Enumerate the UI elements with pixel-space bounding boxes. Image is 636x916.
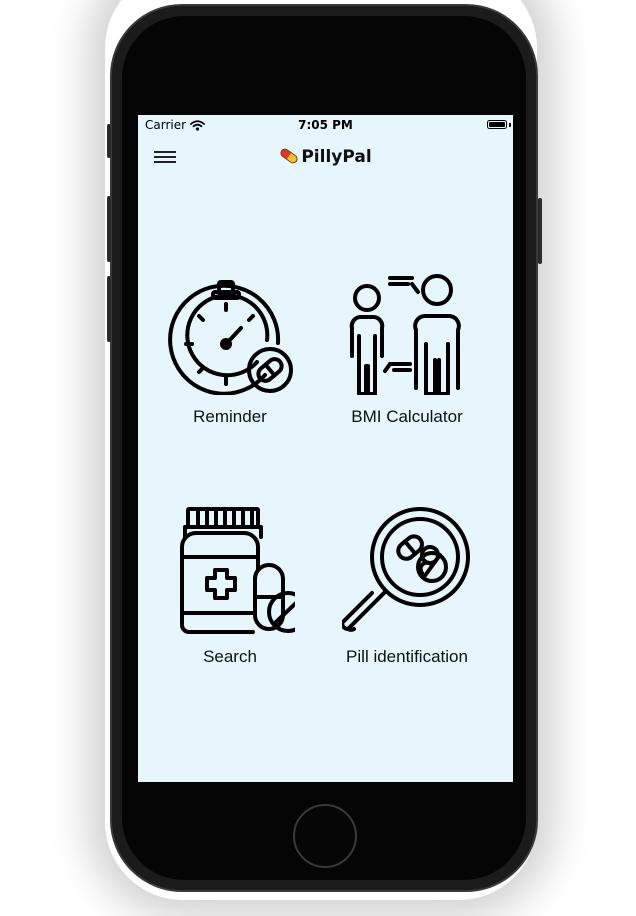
app-title-text: PillyPal [301,147,372,167]
pill-icon [280,148,298,164]
medicine-bottle-icon [180,507,295,634]
bmi-calculator-tile[interactable]: BMI Calculator [347,270,467,427]
search-label: Search [203,647,257,666]
pill-identification-tile[interactable]: Pill identification [342,505,472,667]
magnifier-pills-icon [342,507,470,632]
home-button[interactable] [293,804,357,868]
page: Carrier 7:05 PM PillyPal Reminder BMI Ca… [0,0,636,916]
status-time: 7:05 PM [298,118,353,132]
volume-up-button [107,196,111,262]
volume-down-button [107,276,111,342]
reminder-tile[interactable]: Reminder [168,270,293,427]
navigation-bar: PillyPal [138,135,513,179]
stopwatch-pill-icon [168,280,293,395]
reminder-label: Reminder [193,407,267,426]
battery-level [489,122,505,127]
battery-icon [487,120,507,129]
app-screen: Carrier 7:05 PM PillyPal Reminder BMI Ca… [138,115,513,782]
body-height-icon [349,274,461,395]
battery-tip [509,123,511,127]
mute-switch [107,124,111,158]
pill-identification-label: Pill identification [346,647,468,666]
bmi-calculator-label: BMI Calculator [351,407,463,426]
power-button [538,198,542,264]
app-title: PillyPal [138,147,513,167]
status-bar: Carrier 7:05 PM [138,115,513,135]
search-tile[interactable]: Search [170,505,295,667]
